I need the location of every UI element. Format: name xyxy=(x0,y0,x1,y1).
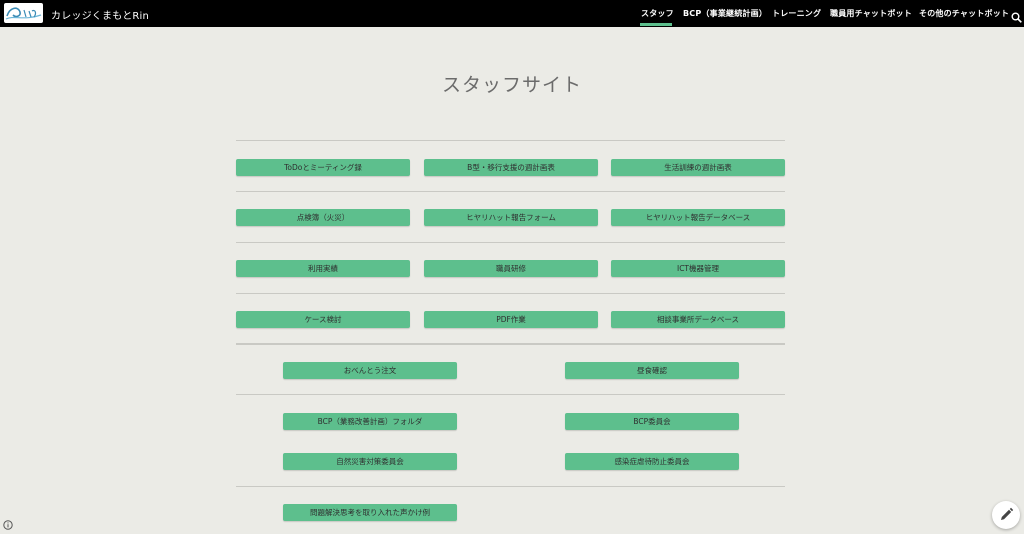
site-title[interactable]: カレッジくまもとRin xyxy=(51,7,149,22)
nav-item-bcp[interactable]: BCP（事業継続計画） xyxy=(683,8,767,19)
link-button-near-miss-database[interactable]: ヒヤリハット報告データベース xyxy=(611,209,785,226)
section-divider xyxy=(236,140,785,141)
link-button-lunch-check[interactable]: 昼食確認 xyxy=(565,362,739,379)
link-button-bcp-folder[interactable]: BCP（業務改善計画）フォルダ xyxy=(283,413,457,430)
section-divider xyxy=(236,343,785,345)
link-button-ict-management[interactable]: ICT機器管理 xyxy=(611,260,785,277)
top-navigation-bar: カレッジくまもとRin スタッフ BCP（事業継続計画） トレーニング 職員用チ… xyxy=(0,0,1024,27)
search-icon[interactable] xyxy=(1011,8,1022,23)
link-button-bento-order[interactable]: おべんとう注文 xyxy=(283,362,457,379)
link-button-pdf-work[interactable]: PDF作業 xyxy=(424,311,598,328)
link-button-usage-records[interactable]: 利用実績 xyxy=(236,260,410,277)
link-button-bcp-committee[interactable]: BCP委員会 xyxy=(565,413,739,430)
edit-button[interactable] xyxy=(992,501,1020,529)
nav-item-training[interactable]: トレーニング xyxy=(772,8,821,19)
nav-item-staff-chatbot[interactable]: 職員用チャットボット xyxy=(830,8,912,19)
link-button-fire-inspection[interactable]: 点検簿（火災） xyxy=(236,209,410,226)
pencil-icon xyxy=(1001,507,1014,520)
nav-item-other-chatbots[interactable]: その他のチャットボット xyxy=(919,8,1009,19)
link-button-consultation-database[interactable]: 相談事業所データベース xyxy=(611,311,785,328)
section-divider xyxy=(236,486,785,487)
link-button-disaster-committee[interactable]: 自然災害対策委員会 xyxy=(283,453,457,470)
section-divider xyxy=(236,394,785,395)
link-button-staff-training[interactable]: 職員研修 xyxy=(424,260,598,277)
link-button-problem-solving-examples[interactable]: 問題解決思考を取り入れた声かけ例 xyxy=(283,504,457,521)
active-nav-indicator xyxy=(640,23,672,26)
section-divider xyxy=(236,293,785,294)
link-button-near-miss-form[interactable]: ヒヤリハット報告フォーム xyxy=(424,209,598,226)
link-button-life-training-schedule[interactable]: 生活訓練の週計画表 xyxy=(611,159,785,176)
section-divider xyxy=(236,191,785,192)
link-button-infection-abuse-committee[interactable]: 感染症虐待防止委員会 xyxy=(565,453,739,470)
section-divider xyxy=(236,242,785,243)
nav-item-staff[interactable]: スタッフ xyxy=(641,8,674,19)
page-title: スタッフサイト xyxy=(441,74,582,96)
link-button-todo-meeting[interactable]: ToDoとミーティング録 xyxy=(236,159,410,176)
site-logo[interactable] xyxy=(4,3,43,23)
info-icon[interactable] xyxy=(3,515,13,530)
link-button-case-review[interactable]: ケース検討 xyxy=(236,311,410,328)
link-button-b-type-schedule[interactable]: B型・移行支援の週計画表 xyxy=(424,159,598,176)
